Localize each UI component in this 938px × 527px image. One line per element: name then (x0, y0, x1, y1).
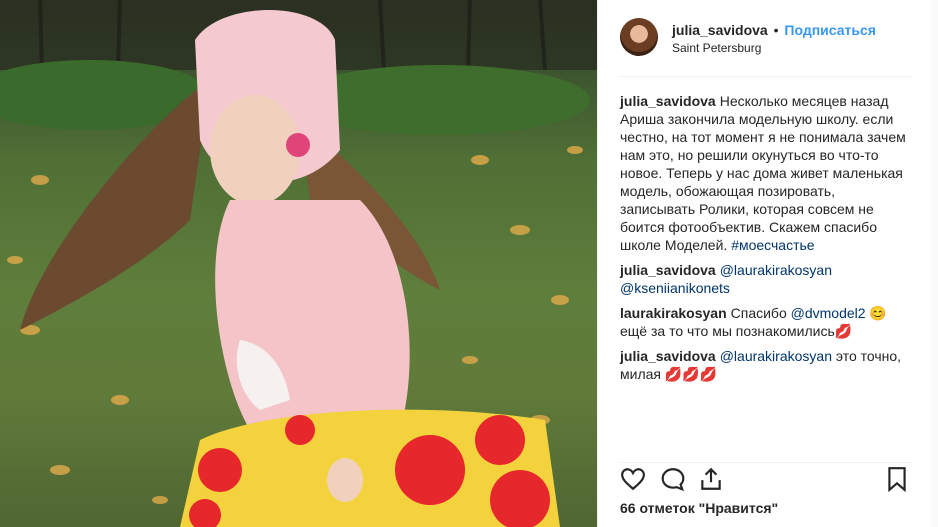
comment-item: laurakirakosyan Спасибо @dvmodel2 😊ещё за… (620, 304, 910, 340)
comment-username[interactable]: julia_savidova (620, 348, 716, 364)
comment-icon[interactable] (660, 466, 686, 492)
post-sidebar: julia_savidova • Подписаться Saint Peter… (597, 0, 932, 527)
location-link[interactable]: Saint Petersburg (672, 41, 761, 55)
comment-text: Несколько месяцев назад Ариша закончила … (620, 93, 906, 253)
likes-count[interactable]: 66 отметок "Нравится" (620, 500, 778, 516)
mention-link[interactable]: @laurakirakosyan (720, 348, 832, 364)
mention-link[interactable]: @dvmodel2 (791, 305, 866, 321)
page-edge (931, 0, 938, 527)
comments-list: julia_savidova Несколько месяцев назад Ар… (620, 92, 910, 390)
separator-dot: • (773, 22, 779, 38)
comment-text: Спасибо (730, 305, 791, 321)
hashtag-link[interactable]: #моесчастье (731, 237, 814, 253)
comment-item: julia_savidova @laurakirakosyan это точно… (620, 347, 910, 383)
comment-username[interactable]: laurakirakosyan (620, 305, 727, 321)
comment-username[interactable]: julia_savidova (620, 93, 716, 109)
mention-link[interactable]: @kseniianikonets (620, 280, 730, 296)
post-photo[interactable] (0, 0, 597, 527)
heart-icon[interactable] (620, 466, 646, 492)
share-icon[interactable] (698, 466, 724, 492)
comment-item: julia_savidova @laurakirakosyan @kseniian… (620, 261, 910, 297)
photo-illustration (0, 0, 597, 527)
post-header: julia_savidova • Подписаться Saint Peter… (620, 18, 912, 77)
comment-caption: julia_savidova Несколько месяцев назад Ар… (620, 92, 910, 254)
comment-username[interactable]: julia_savidova (620, 262, 716, 278)
author-username[interactable]: julia_savidova (672, 22, 768, 38)
mention-link[interactable]: @laurakirakosyan (720, 262, 832, 278)
follow-button[interactable]: Подписаться (784, 22, 876, 38)
avatar[interactable] (620, 18, 658, 56)
user-line: julia_savidova • Подписаться (672, 22, 876, 38)
action-bar (620, 462, 912, 493)
bookmark-icon[interactable] (884, 466, 910, 492)
